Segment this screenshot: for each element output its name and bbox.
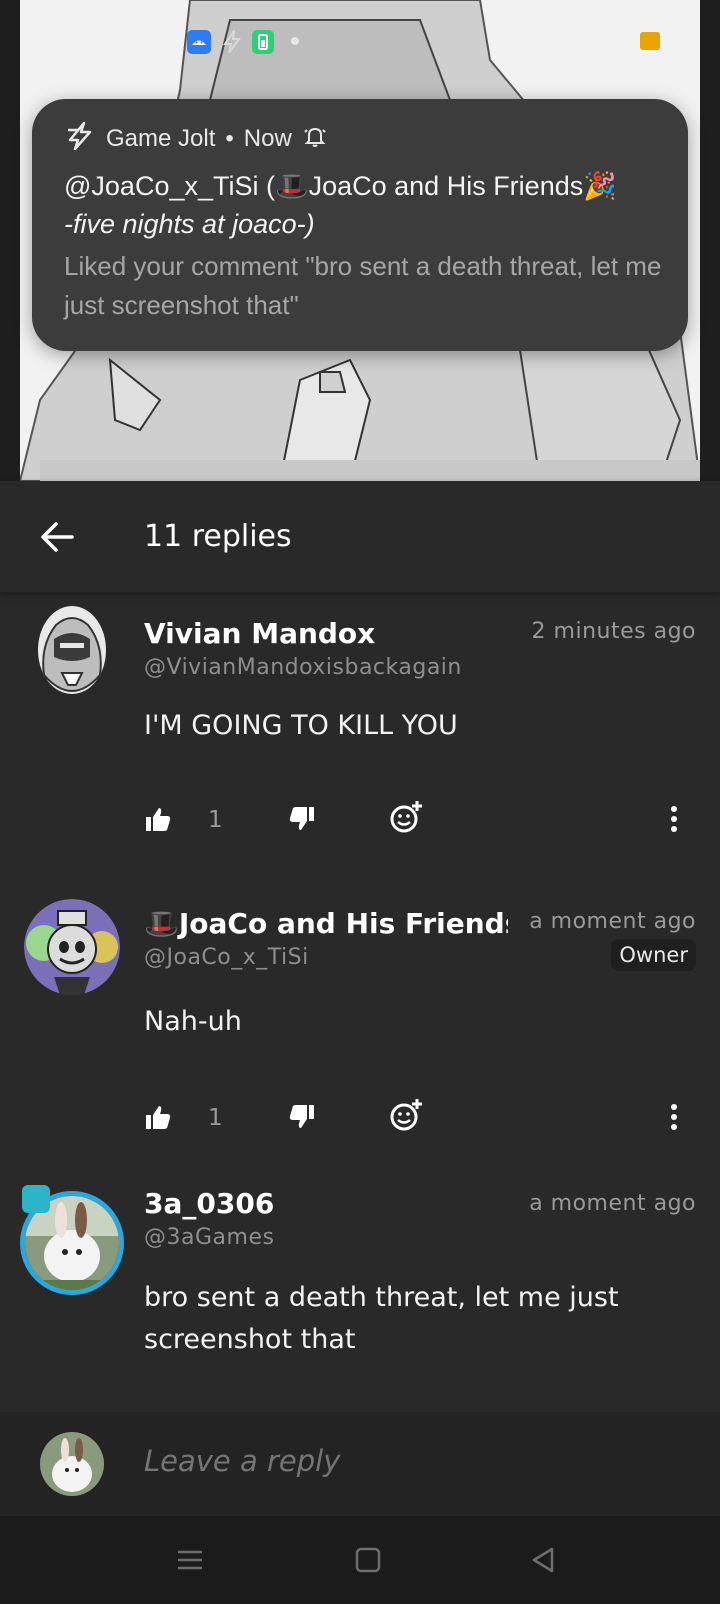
more-options-button[interactable] — [668, 1103, 704, 1139]
android-icon — [187, 30, 211, 54]
comment-timestamp: a moment ago — [529, 909, 696, 934]
like-count: 1 — [208, 1105, 223, 1131]
comment-actions: 1 — [144, 801, 700, 849]
add-reaction-icon — [390, 801, 422, 833]
replies-header: 11 replies — [0, 481, 720, 593]
notification-title-line2: -five nights at joaco-) — [64, 209, 315, 239]
comment-actions: 1 — [144, 1099, 700, 1147]
add-reaction-button[interactable] — [388, 799, 424, 835]
current-user-avatar — [40, 1432, 104, 1496]
notification-separator: • — [225, 125, 234, 152]
comment-author-name[interactable]: 3a_0306 — [144, 1187, 504, 1220]
more-vertical-icon — [671, 1104, 677, 1130]
bell-icon — [302, 123, 328, 156]
comment-author-handle[interactable]: @VivianMandoxisbackagain — [144, 655, 462, 680]
game-jolt-notification[interactable]: Game Jolt • Now @JoaCo_x_TiSi (🎩JoaCo an… — [32, 99, 688, 351]
game-jolt-bolt-icon — [64, 120, 96, 159]
comment-author-name[interactable]: 🎩JoaCo and His Friends — [144, 907, 508, 940]
like-button[interactable] — [144, 1103, 180, 1139]
thumbs-up-icon — [146, 1106, 171, 1129]
notification-title: @JoaCo_x_TiSi (🎩JoaCo and His Friends🎉 -… — [64, 167, 664, 243]
home-nav-button[interactable] — [352, 1544, 384, 1576]
comment-author-name[interactable]: Vivian Mandox — [144, 617, 504, 650]
comment-timestamp: 2 minutes ago — [531, 619, 696, 644]
system-navigation-bar — [0, 1516, 720, 1604]
comment-text: I'M GOING TO KILL YOU — [144, 710, 458, 741]
more-vertical-icon — [671, 806, 677, 832]
notification-title-line1: @JoaCo_x_TiSi (🎩JoaCo and His Friends🎉 — [64, 171, 617, 201]
page-title: 11 replies — [144, 519, 292, 554]
add-reaction-button[interactable] — [388, 1097, 424, 1133]
thumbs-up-icon — [146, 808, 171, 831]
dislike-button[interactable] — [288, 805, 324, 841]
dislike-button[interactable] — [288, 1103, 324, 1139]
notification-body: Liked your comment "bro sent a death thr… — [64, 251, 662, 320]
reply-input[interactable] — [144, 1444, 664, 1478]
add-reaction-icon — [390, 1099, 422, 1131]
reply-bar — [0, 1412, 720, 1516]
menu-nav-button[interactable] — [174, 1544, 206, 1576]
avatar[interactable] — [36, 605, 108, 695]
like-count: 1 — [208, 807, 223, 833]
comment-item: 🎩JoaCo and His Friends a moment ago @Joa… — [0, 883, 720, 1173]
game-jolt-bolt-icon — [222, 30, 242, 54]
square-home-icon — [355, 1547, 381, 1573]
back-button[interactable] — [36, 515, 80, 559]
triangle-back-icon — [532, 1547, 554, 1573]
more-options-button[interactable] — [668, 805, 704, 841]
comment-text: bro sent a death threat, let me just scr… — [144, 1282, 619, 1355]
like-button[interactable] — [144, 805, 180, 841]
notification-time: Now — [243, 125, 292, 152]
menu-icon — [178, 1550, 202, 1570]
thumbs-down-icon — [289, 807, 314, 830]
comment-timestamp: a moment ago — [529, 1191, 696, 1216]
thumbs-down-icon — [289, 1105, 314, 1128]
battery-saver-icon — [252, 30, 274, 54]
avatar[interactable] — [24, 899, 120, 995]
notification-app-name: Game Jolt — [106, 125, 216, 152]
back-nav-button[interactable] — [528, 1544, 560, 1576]
comment-item: 3a_0306 a moment ago @3aGames bro sent a… — [0, 1173, 720, 1412]
comment-author-handle[interactable]: @JoaCo_x_TiSi — [144, 945, 309, 970]
notification-header: Game Jolt • Now — [64, 121, 328, 157]
comment-author-handle[interactable]: @3aGames — [144, 1225, 274, 1250]
orange-square-icon — [640, 32, 660, 50]
comment-text: Nah-uh — [144, 1006, 242, 1037]
dot-icon — [291, 37, 299, 45]
owner-badge: Owner — [611, 939, 696, 971]
comment-item: Vivian Mandox 2 minutes ago @VivianMando… — [0, 593, 720, 883]
frame-decoration-icon — [22, 1185, 50, 1213]
back-arrow-icon — [41, 522, 74, 552]
